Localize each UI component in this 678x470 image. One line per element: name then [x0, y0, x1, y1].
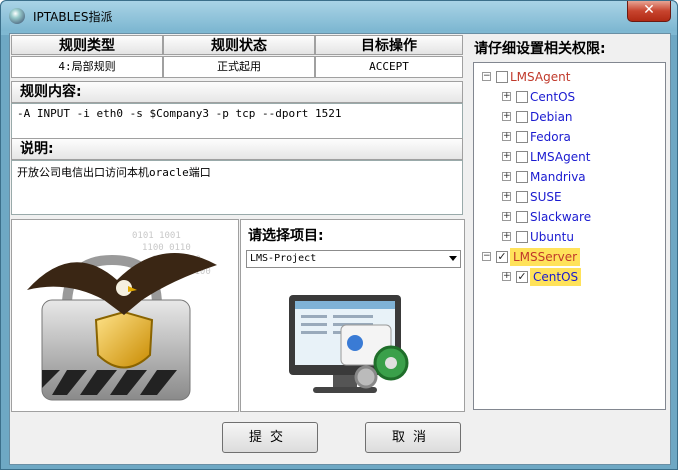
header-target-action: 目标操作 — [315, 35, 463, 55]
description-label: 说明: — [11, 138, 463, 160]
project-pane: 请选择项目: LMS-Project — [240, 219, 465, 412]
close-button[interactable]: ✕ — [627, 1, 671, 22]
tree-item-label: LMSAgent — [510, 70, 571, 84]
expand-icon[interactable]: + — [502, 152, 511, 161]
dialog-window: IPTABLES指派 ✕ 规则类型 规则状态 目标操作 4:局部规则 正式起用 … — [0, 0, 678, 470]
tree-item[interactable]: + CentOS — [502, 88, 662, 106]
description-field[interactable]: 开放公司电信出口访问本机oracle端口 — [11, 160, 463, 215]
rule-content-label: 规则内容: — [11, 81, 463, 103]
project-select[interactable]: LMS-Project — [246, 250, 461, 268]
svg-text:0101 1001: 0101 1001 — [132, 231, 181, 241]
tree-checkbox[interactable] — [496, 71, 508, 83]
expand-icon[interactable]: + — [502, 92, 511, 101]
tree-item-label: LMSAgent — [530, 150, 591, 164]
tree-item-label: SUSE — [530, 190, 562, 204]
tree-item-label: Mandriva — [530, 170, 586, 184]
rule-status-value: 正式起用 — [163, 56, 315, 78]
window-title: IPTABLES指派 — [33, 10, 113, 24]
dialog-body: 规则类型 规则状态 目标操作 4:局部规则 正式起用 ACCEPT 规则内容: … — [9, 33, 671, 465]
tree-checkbox[interactable] — [516, 111, 528, 123]
collapse-icon[interactable]: − — [482, 252, 491, 261]
cancel-button[interactable]: 取消 — [365, 422, 461, 453]
header-rule-status: 规则状态 — [163, 35, 315, 55]
tree-checkbox[interactable] — [516, 171, 528, 183]
expand-icon[interactable]: + — [502, 112, 511, 121]
tree-checkbox[interactable]: ✓ — [496, 251, 508, 263]
tree-group-item[interactable]: − LMSAgent — [482, 68, 662, 86]
tree-checkbox[interactable] — [516, 211, 528, 223]
monitor-gears-illustration — [289, 295, 409, 393]
header-rule-type: 规则类型 — [11, 35, 163, 55]
target-action-value: ACCEPT — [315, 56, 463, 78]
collapse-icon[interactable]: − — [482, 72, 491, 81]
tree-item-label: Fedora — [530, 130, 571, 144]
tree-group-item[interactable]: − ✓ LMSServer — [482, 248, 662, 266]
tree-item-label: CentOS — [530, 90, 576, 104]
tree-checkbox[interactable] — [516, 231, 528, 243]
expand-icon[interactable]: + — [502, 172, 511, 181]
project-select-value: LMS-Project — [250, 253, 317, 264]
tree-item-label: LMSServer — [510, 248, 581, 266]
eagle-shield-image: 0101 10011100 0110 0011 10101011 0100 — [11, 219, 239, 412]
title-bar[interactable]: IPTABLES指派 ✕ — [1, 1, 677, 31]
project-label: 请选择项目: — [248, 228, 324, 244]
tree-checkbox[interactable] — [516, 131, 528, 143]
tree-item-label: Ubuntu — [530, 230, 574, 244]
rule-content-field[interactable]: -A INPUT -i eth0 -s $Company3 -p tcp --d… — [11, 103, 463, 140]
tree-item[interactable]: + Debian — [502, 108, 662, 126]
expand-icon[interactable]: + — [502, 232, 511, 241]
submit-button[interactable]: 提交 — [222, 422, 318, 453]
permissions-label: 请仔细设置相关权限: — [474, 41, 606, 57]
expand-icon[interactable]: + — [502, 192, 511, 201]
tree-item[interactable]: + Fedora — [502, 128, 662, 146]
expand-icon[interactable]: + — [502, 272, 511, 281]
rule-type-value: 4:局部规则 — [11, 56, 163, 78]
tree-checkbox[interactable] — [516, 151, 528, 163]
tree-checkbox[interactable]: ✓ — [516, 271, 528, 283]
eagle-shield-illustration: 0101 10011100 0110 0011 10101011 0100 — [27, 231, 217, 401]
tree-item-label: Slackware — [530, 210, 592, 224]
tree-item-label: Debian — [530, 110, 573, 124]
app-icon — [9, 8, 25, 24]
tree-item[interactable]: + Slackware — [502, 208, 662, 226]
tree-item[interactable]: + Mandriva — [502, 168, 662, 186]
expand-icon[interactable]: + — [502, 212, 511, 221]
tree-checkbox[interactable] — [516, 191, 528, 203]
tree-checkbox[interactable] — [516, 91, 528, 103]
chevron-down-icon[interactable] — [449, 256, 457, 261]
permissions-tree[interactable]: − LMSAgent + CentOS + Debian + Fedora + LMSAgent +… — [473, 62, 666, 410]
expand-icon[interactable]: + — [502, 132, 511, 141]
tree-item[interactable]: + SUSE — [502, 188, 662, 206]
svg-text:1100 0110: 1100 0110 — [142, 243, 191, 253]
tree-item[interactable]: + LMSAgent — [502, 148, 662, 166]
tree-item[interactable]: + ✓ CentOS — [502, 268, 662, 286]
tree-item-label: CentOS — [530, 268, 582, 286]
tree-item[interactable]: + Ubuntu — [502, 228, 662, 246]
